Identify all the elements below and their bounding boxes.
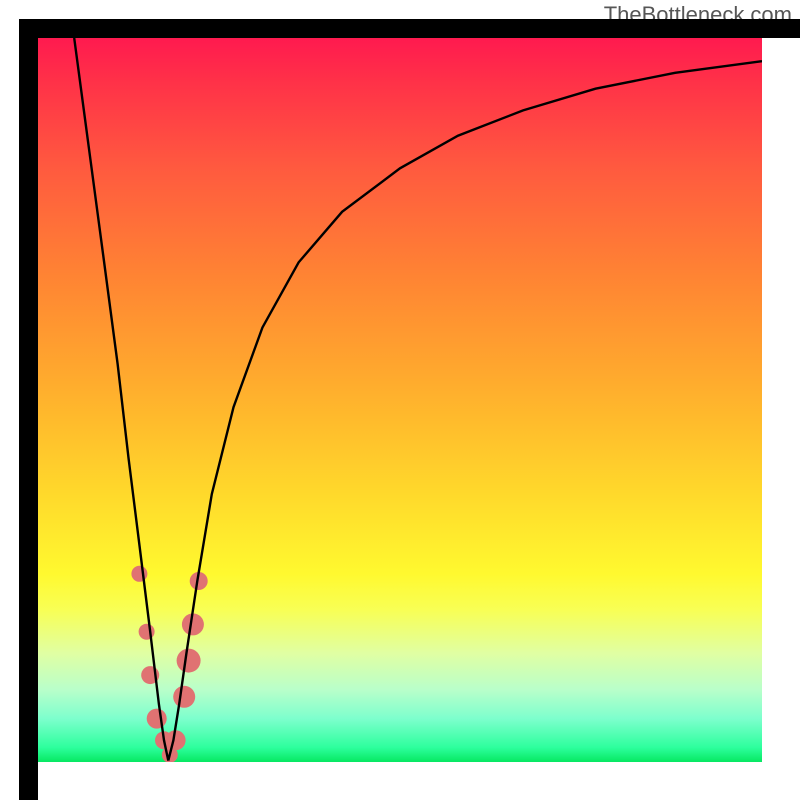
bead-point: [173, 686, 195, 708]
bead-point: [131, 566, 147, 582]
bead-point: [147, 709, 167, 729]
chart-stage: TheBottleneck.com: [0, 0, 800, 800]
bead-point: [177, 649, 201, 673]
curve-right-branch: [168, 61, 762, 760]
bead-point: [139, 624, 155, 640]
curve-left-branch: [74, 38, 168, 761]
chart-overlay-svg: [38, 38, 762, 762]
